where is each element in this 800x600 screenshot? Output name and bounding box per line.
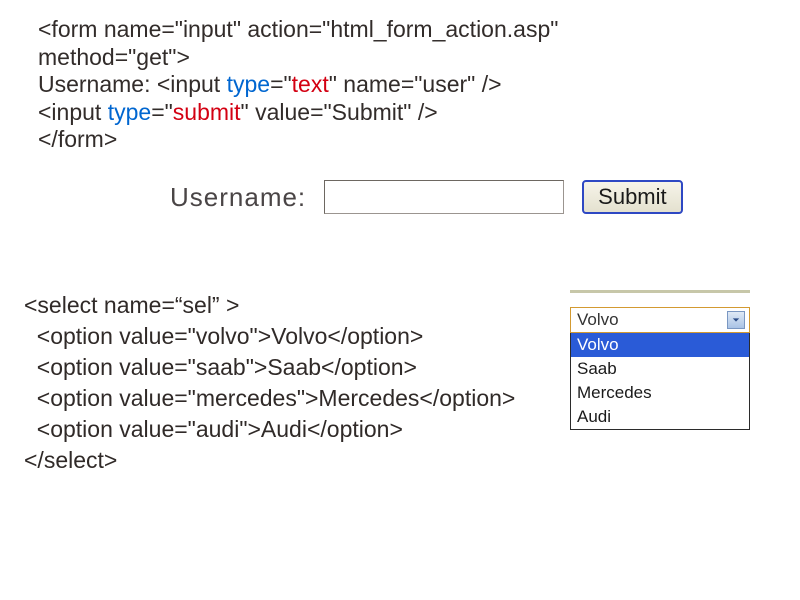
username-label: Username: [170, 182, 306, 213]
chevron-down-icon [727, 311, 745, 329]
select-code-snippet: <select name=“sel” > <option value="volv… [24, 290, 515, 476]
code-line: <option value="mercedes">Mercedes</optio… [24, 383, 515, 414]
select-value: Volvo [577, 310, 619, 330]
code-keyword: type [227, 71, 270, 97]
select-option-mercedes[interactable]: Mercedes [571, 381, 749, 405]
code-line: <form name="input" action="html_form_act… [38, 16, 558, 44]
code-line: <select name=“sel” > [24, 290, 515, 321]
code-text: <input [38, 99, 108, 125]
divider [570, 290, 750, 293]
code-text: Username: <input [38, 71, 227, 97]
code-line: <option value="audi">Audi</option> [24, 414, 515, 445]
select-option-saab[interactable]: Saab [571, 357, 749, 381]
rendered-form: Username: Submit [170, 180, 683, 214]
code-line: <input type="submit" value="Submit" /> [38, 99, 558, 127]
code-text: =" [151, 99, 173, 125]
rendered-select: Volvo Volvo Saab Mercedes Audi [570, 290, 750, 430]
code-line: <option value="volvo">Volvo</option> [24, 321, 515, 352]
code-text: =" [270, 71, 292, 97]
code-value: text [292, 71, 329, 97]
code-line: </form> [38, 126, 558, 154]
code-line: Username: <input type="text" name="user"… [38, 71, 558, 99]
select-option-audi[interactable]: Audi [571, 405, 749, 429]
select-options-list: Volvo Saab Mercedes Audi [570, 333, 750, 430]
code-line: <option value="saab">Saab</option> [24, 352, 515, 383]
submit-button[interactable]: Submit [582, 180, 682, 214]
username-input[interactable] [324, 180, 564, 214]
form-code-snippet: <form name="input" action="html_form_act… [38, 16, 558, 154]
select-option-volvo[interactable]: Volvo [571, 333, 749, 357]
code-value: submit [173, 99, 241, 125]
select-box[interactable]: Volvo [570, 307, 750, 333]
code-text: " value="Submit" /> [241, 99, 438, 125]
code-keyword: type [108, 99, 151, 125]
code-line: method="get"> [38, 44, 558, 72]
code-line: </select> [24, 445, 515, 476]
code-text: " name="user" /> [329, 71, 502, 97]
